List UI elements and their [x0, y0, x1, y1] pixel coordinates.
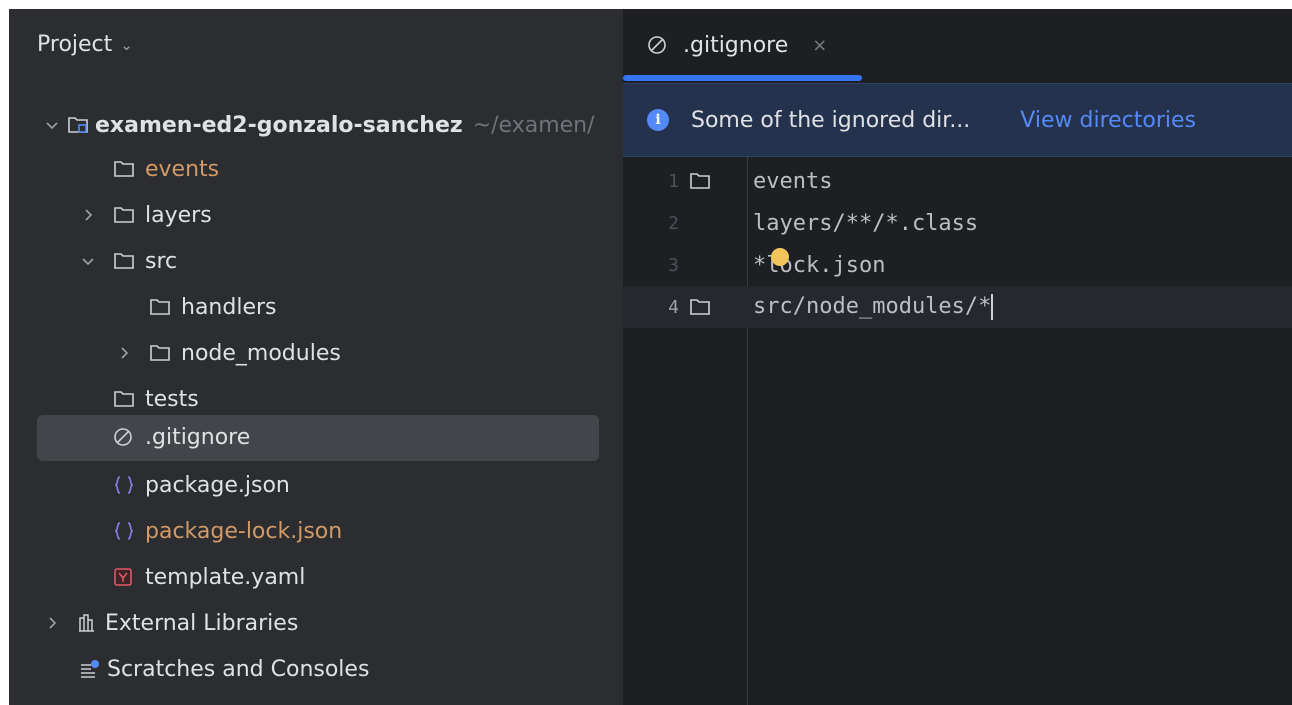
tree-item-label: External Libraries	[105, 610, 299, 636]
tree-item-label: events	[145, 156, 220, 182]
intention-bulb-icon[interactable]	[771, 248, 789, 266]
tree-item-label: handlers	[181, 294, 277, 320]
module-folder-icon	[67, 114, 93, 136]
json-icon	[113, 474, 139, 496]
line-number: 2	[668, 212, 679, 234]
tree-item-external-libraries[interactable]: External Libraries	[9, 601, 623, 645]
folder-icon[interactable]	[689, 172, 715, 190]
chevron-right-icon[interactable]	[41, 616, 63, 630]
folder-icon	[149, 296, 175, 318]
code-text: layers/**/*.class	[753, 210, 979, 236]
tree-item-label: package.json	[145, 472, 290, 498]
folder-icon	[113, 204, 139, 226]
code-text: src/node_modules/*	[753, 294, 992, 319]
chevron-right-icon[interactable]	[113, 346, 135, 360]
tree-item-events[interactable]: events	[9, 147, 623, 191]
tree-item-label: layers	[145, 202, 212, 228]
line-number: 1	[668, 170, 679, 192]
tree-item-label: package-lock.json	[145, 518, 343, 544]
line-number: 3	[668, 254, 679, 276]
tree-item-layers[interactable]: layers	[9, 193, 623, 237]
code-text: events	[753, 168, 833, 194]
text-caret	[991, 294, 994, 320]
project-title: Project	[37, 31, 113, 57]
line-number: 4	[668, 296, 679, 318]
scratches-icon	[79, 658, 105, 680]
folder-icon	[149, 342, 175, 364]
ignore-icon	[113, 426, 139, 448]
folder-icon	[113, 388, 139, 410]
code-line-2[interactable]: 2 layers/**/*.class	[623, 202, 1292, 244]
tree-item-node-modules[interactable]: node_modules	[9, 331, 623, 375]
chevron-down-icon[interactable]	[77, 254, 99, 268]
chevron-down-icon: ⌄	[120, 36, 133, 54]
tree-item-gitignore[interactable]: .gitignore	[9, 415, 623, 461]
tree-item-label: tests	[145, 386, 199, 412]
project-view-selector[interactable]: Project ⌄	[37, 30, 133, 58]
json-icon	[113, 520, 139, 542]
tree-item-label: src	[145, 248, 178, 274]
tree-item-handlers[interactable]: handlers	[9, 285, 623, 329]
close-icon[interactable]: ×	[812, 35, 827, 56]
tree-item-label: .gitignore	[145, 424, 251, 450]
folder-icon	[113, 158, 139, 180]
code-line-1[interactable]: 1 events	[623, 160, 1292, 202]
tree-item-src[interactable]: src	[9, 239, 623, 283]
tree-item-template-yaml[interactable]: template.yaml	[9, 555, 623, 599]
info-icon: i	[647, 109, 669, 131]
tree-item-label: examen-ed2-gonzalo-sanchez	[95, 112, 463, 138]
tab-label: .gitignore	[683, 32, 789, 58]
ide-window: Project ⌄ examen-ed2-gonzalo-sanchez ~/e…	[9, 9, 1292, 705]
code-line-4[interactable]: 4 src/node_modules/*	[623, 286, 1292, 328]
code-text-wrapper: src/node_modules/*	[753, 294, 994, 320]
tree-item-package-json[interactable]: package.json	[9, 463, 623, 507]
tree-item-package-lock-json[interactable]: package-lock.json	[9, 509, 623, 553]
tree-item-label: node_modules	[181, 340, 341, 366]
folder-icon	[113, 250, 139, 272]
tree-item-root[interactable]: examen-ed2-gonzalo-sanchez ~/examen/	[9, 103, 623, 147]
tree-item-path: ~/examen/	[472, 112, 595, 138]
active-tab-indicator	[623, 75, 862, 81]
tree-item-scratches[interactable]: Scratches and Consoles	[9, 647, 623, 691]
tree-item-label: Scratches and Consoles	[107, 656, 370, 682]
banner-message: Some of the ignored dir...	[691, 107, 971, 133]
notification-banner: i Some of the ignored dir... View direct…	[623, 83, 1292, 157]
tree-item-label: template.yaml	[145, 564, 306, 590]
yaml-icon	[113, 566, 139, 588]
view-directories-link[interactable]: View directories	[1020, 108, 1196, 133]
editor-area: .gitignore × i Some of the ignored dir..…	[623, 9, 1292, 705]
library-icon	[77, 612, 103, 634]
project-panel: Project ⌄ examen-ed2-gonzalo-sanchez ~/e…	[9, 9, 623, 705]
chevron-down-icon[interactable]	[41, 118, 63, 132]
chevron-right-icon[interactable]	[77, 208, 99, 222]
ignore-icon	[647, 34, 673, 56]
code-line-3[interactable]: 3 *lock.json	[623, 244, 1292, 286]
folder-icon[interactable]	[689, 298, 715, 316]
editor-tab-gitignore[interactable]: .gitignore ×	[623, 9, 863, 81]
